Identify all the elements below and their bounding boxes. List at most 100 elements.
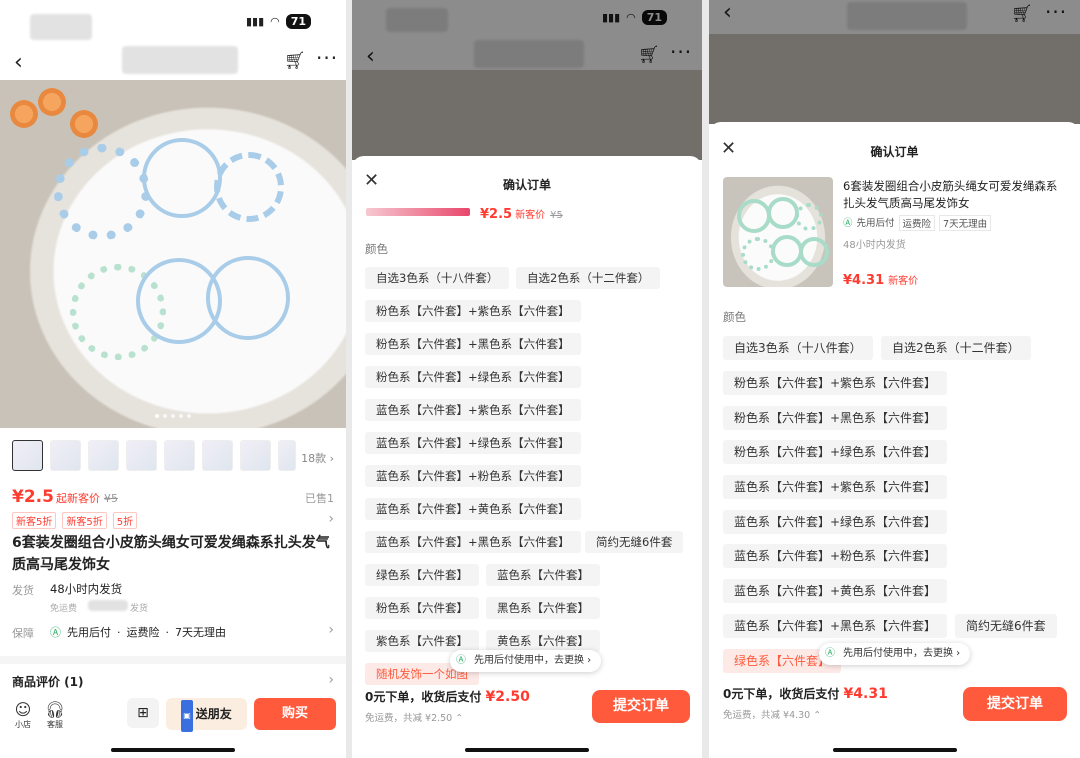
discount-summary[interactable]: 免运费，共减 ¥4.30 ⌃ [723,707,821,721]
pay-later-toast[interactable]: Ⓐ 先用后付使用中，去更换 › [819,643,971,665]
total-price: ¥2.50 [485,689,530,705]
color-option[interactable]: 蓝色系【六件套】+黄色系【六件套】 [365,498,581,520]
color-option[interactable]: 蓝色系【六件套】+绿色系【六件套】 [365,432,581,454]
home-indicator [111,748,235,752]
add-to-cart-button[interactable]: ⊞ [127,698,159,728]
color-option[interactable]: 自选3色系（十八件套） [365,267,510,289]
backdrop[interactable] [352,0,702,160]
variant-thumb[interactable] [126,440,157,471]
sheet-title: 确认订单 [502,178,551,192]
variant-thumb[interactable] [88,440,119,471]
price: ¥2.5 [480,207,513,222]
color-option[interactable]: 粉色系【六件套】+紫色系【六件套】 [365,300,581,322]
color-option[interactable]: 自选2色系（十二件套） [516,267,661,289]
color-option[interactable]: 紫色系【六件套】 [365,630,479,652]
sheet-price-row: ¥2.5 新客价 ¥5 [480,206,563,222]
cart-plus-icon: ⊞ [137,705,149,721]
chevron-right-icon[interactable]: › [328,672,334,688]
status-bar: ▮▮▮ ◠ 71 [0,0,346,44]
color-option[interactable]: 简约无缝6件套 [955,614,1057,638]
shop-button[interactable]: ☺ 小店 [8,700,38,730]
color-label: 颜色 [723,310,746,324]
pay-later-icon: Ⓐ [50,626,61,639]
color-option[interactable]: 蓝色系【六件套】+粉色系【六件套】 [365,465,581,487]
variant-thumb[interactable] [164,440,195,471]
chevron-right-icon[interactable]: › [328,511,334,527]
price-tag: 起新客价 [55,492,100,505]
home-indicator [465,748,589,752]
pay-later-toast[interactable]: Ⓐ 先用后付使用中，去更换 › [450,650,602,672]
order-summary: 0元下单，收货后支付 ¥2.50 [365,689,530,705]
color-option[interactable]: 粉色系【六件套】+黑色系【六件套】 [365,333,581,355]
guarantee-item: 运费险 [126,626,160,639]
submit-order-button[interactable]: 提交订单 [592,690,690,723]
color-option[interactable]: 粉色系【六件套】+紫色系【六件套】 [723,371,948,395]
guarantee-item: 7天无理由 [175,626,226,639]
color-option[interactable]: 黄色系【六件套】 [486,630,600,652]
shipping-free: 免运费 [50,604,78,614]
variant-thumb[interactable] [202,440,233,471]
more-icon[interactable]: ··· [316,46,338,70]
backdrop[interactable] [709,0,1080,124]
color-option[interactable]: 蓝色系【六件套】+黄色系【六件套】 [723,579,948,603]
color-option[interactable]: 蓝色系【六件套】 [486,564,600,586]
gift-friend-button[interactable]: ▣ 送朋友 [166,698,247,732]
variant-thumb[interactable] [50,440,81,471]
color-option[interactable]: 自选2色系（十二件套） [881,336,1031,360]
price: ¥2.5 [12,487,54,507]
pay-later-icon: Ⓐ [843,218,853,229]
guarantee-list: Ⓐ 先用后付 运费险 7天无理由 [843,215,992,231]
buy-button[interactable]: 购买 [254,698,336,730]
back-icon[interactable]: ‹ [14,50,23,75]
color-option[interactable]: 绿色系【六件套】 [365,564,479,586]
blurred-shop-name [122,46,238,74]
color-option[interactable]: 粉色系【六件套】+绿色系【六件套】 [365,366,581,388]
guarantee-list[interactable]: Ⓐ 先用后付 · 运费险 · 7天无理由 [50,624,226,640]
shop-icon: ☺ [14,700,32,719]
color-option[interactable]: 粉色系【六件套】+绿色系【六件套】 [723,440,948,464]
color-option[interactable]: 粉色系【六件套】+黑色系【六件套】 [723,406,948,430]
color-option[interactable]: 黑色系【六件套】 [486,597,600,619]
variant-thumb[interactable] [240,440,271,471]
color-option[interactable]: 简约无缝6件套 [585,531,684,553]
color-option[interactable]: 蓝色系【六件套】+紫色系【六件套】 [365,399,581,421]
coupon-list[interactable]: 新客5折 新客5折 5折 [12,512,138,529]
discount-summary[interactable]: 免运费，共减 ¥2.50 ⌃ [365,710,463,724]
review-header[interactable]: 商品评价 (1) [12,673,84,690]
color-option[interactable]: 蓝色系【六件套】+黑色系【六件套】 [723,614,948,638]
price: ¥4.31 [843,273,885,288]
guarantee-item: 先用后付 [67,626,111,639]
service-button[interactable]: 🎧︎ 客服 [40,700,70,730]
color-option[interactable]: 蓝色系【六件套】+黑色系【六件套】 [365,531,581,553]
toast-text: 先用后付使用中，去更换 › [843,648,961,659]
chevron-right-icon[interactable]: › [328,622,334,638]
color-option[interactable]: 蓝色系【六件套】+绿色系【六件套】 [723,510,948,534]
product-image[interactable] [0,80,346,428]
variant-thumb[interactable] [278,440,296,471]
variant-thumb[interactable] [12,440,43,471]
coupon-badge[interactable]: 新客5折 [12,512,57,529]
product-thumb [723,177,833,287]
submit-order-button[interactable]: 提交订单 [963,687,1067,721]
order-sheet-screen: ▮▮▮ ◠ 71 ‹ 🛒︎ ··· ✕ 确认订单 ¥2.5 新客价 ¥5 颜色 … [352,0,702,758]
variant-thumbs[interactable] [12,440,296,471]
bottom-action-bar: ☺ 小店 🎧︎ 客服 ⊞ ▣ 送朋友 购买 [0,696,346,758]
price-tag: 新客价 [888,276,919,287]
color-option[interactable]: 粉色系【六件套】 [365,597,479,619]
product-title: 6套装发圈组合小皮筋头绳女可爱发绳森系扎头发气质高马尾发饰女 [12,535,330,573]
price-row: ¥2.5 起新客价 ¥5 已售1 [12,487,334,507]
color-option[interactable]: 蓝色系【六件套】+紫色系【六件套】 [723,475,948,499]
battery-icon: 71 [285,14,312,29]
variant-count-link[interactable]: 18款 › [301,450,334,466]
signal-icon: ▮▮▮ [246,15,265,28]
color-option[interactable]: 蓝色系【六件套】+粉色系【六件套】 [723,544,948,568]
cart-icon[interactable]: 🛒︎ [284,51,306,71]
sold-count: 已售1 [305,492,334,505]
pay-later-icon: Ⓐ [825,648,835,659]
color-option[interactable]: 自选3色系（十八件套） [723,336,873,360]
sheet-price-row: ¥4.31 新客价 [843,272,918,288]
shipping-value: 48小时内发货 [50,582,123,596]
coupon-badge[interactable]: 新客5折 [62,512,107,529]
pay-later-icon: Ⓐ [456,655,466,666]
coupon-badge[interactable]: 5折 [112,512,138,529]
